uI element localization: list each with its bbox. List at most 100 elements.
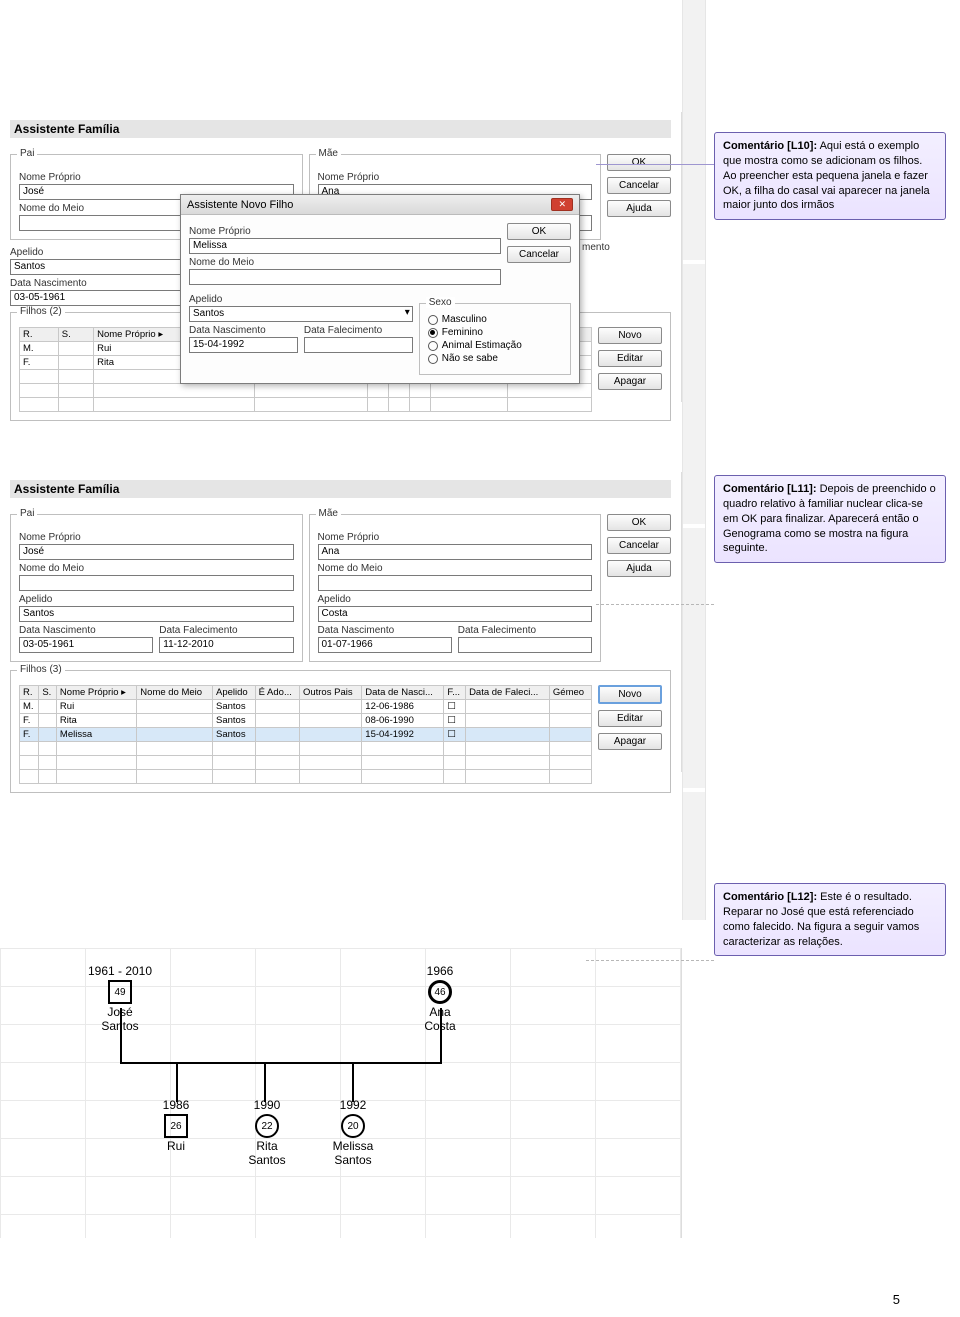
node-rita[interactable]: 1990 22 RitaSantos bbox=[232, 1098, 302, 1168]
cancel-button-1[interactable]: Cancelar bbox=[607, 177, 671, 194]
legend-mae-1: Mãe bbox=[316, 148, 341, 159]
connector-c11 bbox=[596, 604, 714, 605]
groupbox-filhos-2: Filhos (3) R.S.Nome Próprio ▸Nome do Mei… bbox=[10, 670, 671, 793]
groupbox-mae-2: Mãe Nome Próprio Ana Nome do Meio Apelid… bbox=[309, 514, 602, 662]
radio-masc[interactable]: Masculino bbox=[428, 314, 562, 325]
node-melissa[interactable]: 1992 20 MelissaSantos bbox=[318, 1098, 388, 1168]
input-pai-apelido-2[interactable]: Santos bbox=[19, 606, 294, 622]
node-jose-years: 1961 - 2010 bbox=[70, 964, 170, 978]
cancel-button-2[interactable]: Cancelar bbox=[607, 537, 671, 554]
table-filhos-2[interactable]: R.S.Nome Próprio ▸Nome do MeioApelidoÉ A… bbox=[19, 685, 592, 784]
input-mae-apelido-2[interactable]: Costa bbox=[318, 606, 593, 622]
window-title-1: Assistente Família bbox=[10, 120, 671, 138]
node-rui-age: 26 bbox=[170, 1121, 181, 1132]
comment-l11[interactable]: Comentário [L11]: Depois de preenchido o… bbox=[714, 475, 946, 563]
apagar-button-1[interactable]: Apagar bbox=[598, 373, 662, 390]
label-fragment-mento: mento bbox=[582, 242, 610, 253]
geno-line bbox=[120, 1062, 442, 1064]
table-row[interactable] bbox=[20, 384, 592, 398]
help-button-2[interactable]: Ajuda bbox=[607, 560, 671, 577]
label-mae-dataf-2: Data Falecimento bbox=[458, 625, 592, 636]
radio-naosesabe[interactable]: Não se sabe bbox=[428, 353, 562, 364]
novo-button-1[interactable]: Novo bbox=[598, 327, 662, 344]
label-mae-nomeprop-2: Nome Próprio bbox=[318, 532, 593, 543]
male-icon: 26 bbox=[164, 1114, 188, 1138]
label-pai-nomeprop-2: Nome Próprio bbox=[19, 532, 294, 543]
radio-animal[interactable]: Animal Estimação bbox=[428, 340, 562, 351]
node-rita-name1: Rita bbox=[256, 1139, 277, 1153]
comment-l10-label: Comentário [L10]: bbox=[723, 140, 817, 152]
table-row[interactable]: F.RitaSantos08-06-1990☐ bbox=[20, 714, 592, 728]
label-pai-datan-2: Data Nascimento bbox=[19, 625, 153, 636]
input-pai-datan-2[interactable]: 03-05-1961 bbox=[19, 637, 153, 653]
novo-button-2[interactable]: Novo bbox=[598, 685, 662, 704]
input-mae-dataf-2[interactable] bbox=[458, 637, 592, 653]
editar-button-1[interactable]: Editar bbox=[598, 350, 662, 367]
label-mae-nomemeio-2: Nome do Meio bbox=[318, 563, 593, 574]
input-mae-datan-2[interactable]: 01-07-1966 bbox=[318, 637, 452, 653]
dlg-label-nomeprop: Nome Próprio bbox=[189, 226, 501, 237]
page-number: 5 bbox=[0, 1292, 960, 1307]
input-pai-nomemeio-2[interactable] bbox=[19, 575, 294, 591]
node-ana-age: 46 bbox=[434, 987, 445, 998]
table-row[interactable]: M.RuiSantos12-06-1986☐ bbox=[20, 700, 592, 714]
groupbox-pai-2: Pai Nome Próprio José Nome do Meio Apeli… bbox=[10, 514, 303, 662]
legend-pai-1: Pai bbox=[17, 148, 37, 159]
table-row[interactable] bbox=[20, 398, 592, 412]
dialog-novo-filho: Assistente Novo Filho ✕ Nome Próprio Mel… bbox=[180, 194, 580, 384]
screenshot-genogram: 1961 - 2010 49 JoséSantos 1966 46 AnaCos… bbox=[0, 948, 682, 1238]
dlg-ok-button[interactable]: OK bbox=[507, 223, 571, 240]
dlg-input-nomemeio[interactable] bbox=[189, 269, 501, 285]
dlg-label-dataf: Data Falecimento bbox=[304, 325, 413, 336]
comment-l10[interactable]: Comentário [L10]: Aqui está o exemplo qu… bbox=[714, 132, 946, 220]
female-icon: 22 bbox=[255, 1114, 279, 1138]
label-mae-nomeprop-1: Nome Próprio bbox=[318, 172, 593, 183]
legend-filhos-1: Filhos (2) bbox=[17, 306, 65, 317]
editar-button-2[interactable]: Editar bbox=[598, 710, 662, 727]
legend-filhos-2: Filhos (3) bbox=[17, 664, 65, 675]
input-mae-nomeprop-2[interactable]: Ana bbox=[318, 544, 593, 560]
input-mae-nomemeio-2[interactable] bbox=[318, 575, 593, 591]
table-row[interactable]: F.MelissaSantos15-04-1992☐ bbox=[20, 728, 592, 742]
node-rui-years: 1986 bbox=[146, 1098, 206, 1112]
dlg-label-nomemeio: Nome do Meio bbox=[189, 257, 501, 268]
close-icon[interactable]: ✕ bbox=[551, 198, 573, 211]
groupbox-sexo: Sexo Masculino Feminino Animal Estimação… bbox=[419, 303, 571, 375]
geno-line bbox=[120, 1008, 122, 1064]
chevron-down-icon[interactable]: ▾ bbox=[405, 307, 410, 318]
apagar-button-2[interactable]: Apagar bbox=[598, 733, 662, 750]
input-pai-nomeprop-2[interactable]: José bbox=[19, 544, 294, 560]
legend-mae-2: Mãe bbox=[316, 508, 341, 519]
help-button-1[interactable]: Ajuda bbox=[607, 200, 671, 217]
dlg-input-nomeprop[interactable]: Melissa bbox=[189, 238, 501, 254]
connector-c10 bbox=[596, 164, 714, 165]
geno-line bbox=[264, 1062, 266, 1102]
ok-button-2[interactable]: OK bbox=[607, 514, 671, 531]
dlg-cancel-button[interactable]: Cancelar bbox=[507, 246, 571, 263]
table-row[interactable] bbox=[20, 742, 592, 756]
geno-line bbox=[352, 1062, 354, 1102]
female-icon: 20 bbox=[341, 1114, 365, 1138]
comment-l12-label: Comentário [L12]: bbox=[723, 891, 817, 903]
node-rui-name1: Rui bbox=[167, 1139, 185, 1153]
comment-l12[interactable]: Comentário [L12]: Este é o resultado. Re… bbox=[714, 883, 946, 956]
table-row[interactable] bbox=[20, 756, 592, 770]
label-pai-dataf-2: Data Falecimento bbox=[159, 625, 293, 636]
male-icon: 49 bbox=[108, 980, 132, 1004]
dlg-input-datan[interactable]: 15-04-1992 bbox=[189, 337, 298, 353]
dlg-input-dataf[interactable] bbox=[304, 337, 413, 353]
radio-fem-label: Feminino bbox=[442, 327, 483, 338]
node-rui[interactable]: 1986 26 Rui bbox=[146, 1098, 206, 1154]
table-row[interactable] bbox=[20, 770, 592, 784]
node-mel-name2: Santos bbox=[334, 1153, 371, 1167]
female-icon: 46 bbox=[428, 980, 452, 1004]
radio-fem[interactable]: Feminino bbox=[428, 327, 562, 338]
node-rita-name2: Santos bbox=[248, 1153, 285, 1167]
node-jose-age: 49 bbox=[114, 987, 125, 998]
input-pai-dataf-2[interactable]: 11-12-2010 bbox=[159, 637, 293, 653]
dlg-label-datan: Data Nascimento bbox=[189, 325, 298, 336]
ok-button-1[interactable]: OK bbox=[607, 154, 671, 171]
comment-l11-label: Comentário [L11]: bbox=[723, 483, 817, 495]
radio-naosesabe-label: Não se sabe bbox=[442, 353, 498, 364]
dlg-input-apelido[interactable]: Santos ▾ bbox=[189, 306, 413, 322]
